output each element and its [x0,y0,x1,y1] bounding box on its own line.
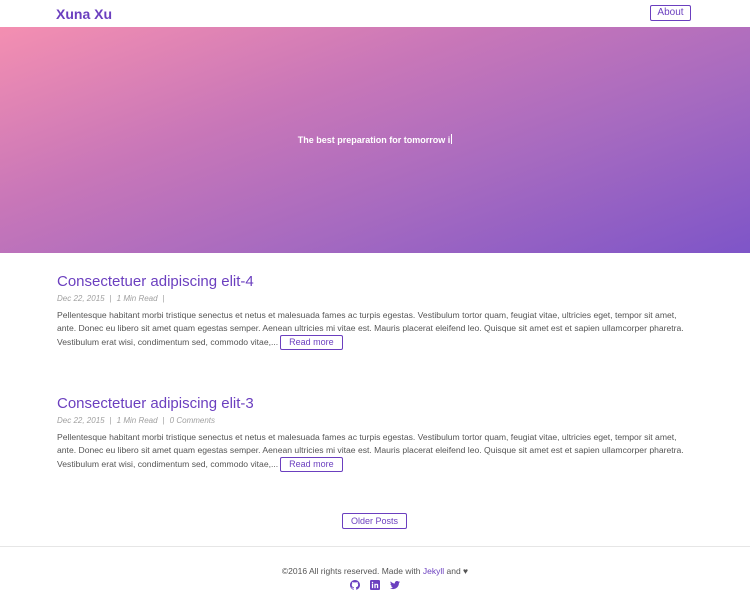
post-item: Consectetuer adipiscing elit-4 Dec 22, 2… [57,273,687,350]
and-text: and [446,566,461,576]
copyright-text: ©2016 All rights reserved. Made with [281,566,421,576]
meta-separator: | [109,294,112,303]
post-title-link[interactable]: Consectetuer adipiscing elit-4 [57,273,687,291]
post-meta: Dec 22, 2015 | 1 Min Read | [57,294,687,304]
about-button[interactable]: About [650,5,691,21]
post-date: Dec 22, 2015 [57,416,105,425]
post-excerpt: Pellentesque habitant morbi tristique se… [57,431,687,472]
post-excerpt-text: Pellentesque habitant morbi tristique se… [57,310,684,347]
footer-divider [0,546,750,547]
meta-separator: | [162,416,165,425]
post-item: Consectetuer adipiscing elit-3 Dec 22, 2… [57,395,687,472]
post-title-link[interactable]: Consectetuer adipiscing elit-3 [57,395,687,413]
post-read-time: 1 Min Read [116,416,158,425]
read-more-button[interactable]: Read more [280,335,343,350]
footer-copyright: ©2016 All rights reserved. Made with Jek… [0,566,750,576]
post-meta: Dec 22, 2015 | 1 Min Read | 0 Comments [57,416,687,426]
older-posts-button[interactable]: Older Posts [342,513,407,529]
heart-icon: ♥ [463,566,469,576]
post-read-time: 1 Min Read [116,294,158,303]
post-comments[interactable]: 0 Comments [170,416,215,425]
read-more-button[interactable]: Read more [280,457,343,472]
social-links [343,577,407,590]
meta-separator: | [162,294,165,303]
linkedin-icon[interactable] [370,577,380,590]
github-icon[interactable] [350,577,360,590]
meta-separator: | [109,416,112,425]
post-excerpt-text: Pellentesque habitant morbi tristique se… [57,432,684,469]
site-brand-link[interactable]: Xuna Xu [56,6,112,22]
hero-tagline: The best preparation for tomorrow i [297,135,451,145]
hero-tagline-container: The best preparation for tomorrow i [0,134,750,145]
post-excerpt: Pellentesque habitant morbi tristique se… [57,309,687,350]
navbar: Xuna Xu About [0,0,750,27]
jekyll-link[interactable]: Jekyll [423,566,444,576]
post-date: Dec 22, 2015 [57,294,105,303]
hero-banner: The best preparation for tomorrow i [0,27,750,253]
twitter-icon[interactable] [390,577,400,590]
typing-cursor [451,134,453,144]
